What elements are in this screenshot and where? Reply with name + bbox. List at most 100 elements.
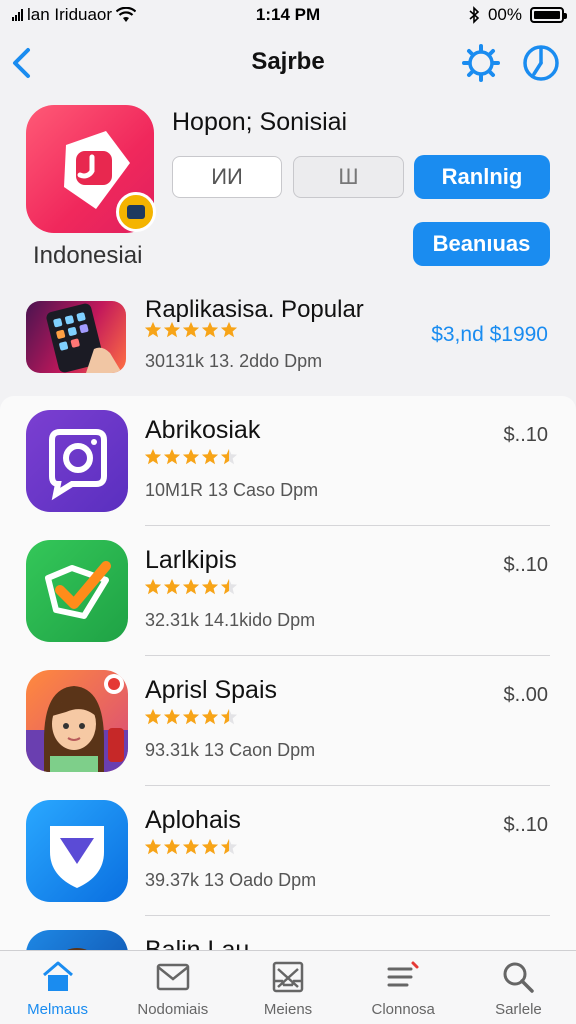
- more-button[interactable]: Beanıuas: [413, 222, 550, 266]
- home-icon: [42, 961, 73, 991]
- app-meta: 32.31k 14.1kido Dpm: [145, 610, 316, 630]
- app-price: $..10: [503, 554, 548, 576]
- settings-gear-icon[interactable]: [462, 44, 500, 82]
- app-rating-stars: [144, 838, 238, 856]
- status-left: lan Iriduaor: [12, 5, 196, 25]
- star-icon: [220, 838, 238, 855]
- tab-home[interactable]: Melmaus: [0, 951, 115, 1024]
- camera-app-icon: [26, 410, 128, 512]
- star-icon: [220, 578, 238, 595]
- star-icon: [163, 838, 181, 855]
- navigation-bar: Sajrbe: [0, 36, 576, 90]
- featured-app-section: Indonesiai Hopon; Sonisiai ИИ Ш Ranlnig …: [0, 100, 576, 280]
- portrait-app-icon: [26, 930, 128, 952]
- popular-meta: 30131k 13. 2ddo Dpm: [145, 351, 323, 371]
- list-icon: [387, 961, 419, 987]
- tab-label: Clonnosa: [371, 1001, 435, 1018]
- star-icon: [201, 448, 219, 465]
- star-icon: [163, 321, 181, 338]
- app-list: Abrikosiak 10M1R 13 Caso Dpm $..10 Larlk…: [0, 396, 576, 952]
- star-icon: [163, 448, 181, 465]
- tab-label: Meiens: [263, 1001, 313, 1018]
- star-icon: [201, 838, 219, 855]
- star-icon: [144, 321, 162, 338]
- app-rating-stars: [144, 448, 238, 466]
- tab-list[interactable]: Clonnosa: [346, 951, 461, 1024]
- battery-icon: [530, 7, 567, 23]
- app-rating-stars: [144, 708, 238, 726]
- popular-title: Raplikasisa. Popular: [145, 296, 364, 323]
- app-row[interactable]: Balin Lau: [0, 916, 576, 952]
- star-icon: [201, 578, 219, 595]
- star-icon: [163, 578, 181, 595]
- segment-option-1[interactable]: ИИ: [172, 156, 282, 198]
- avatar-icon: [26, 674, 128, 772]
- star-icon: [201, 321, 219, 338]
- wifi-icon: [116, 7, 137, 22]
- featured-caption: Indonesiai: [33, 242, 143, 269]
- star-icon: [182, 838, 200, 855]
- app-price: $..10: [503, 424, 548, 446]
- app-meta: 39.37k 13 Oado Dpm: [145, 870, 317, 890]
- star-icon: [182, 708, 200, 725]
- star-icon: [201, 708, 219, 725]
- portrait-icon: [63, 948, 91, 952]
- tab-label: Nodomiais: [137, 1001, 209, 1018]
- inbox-icon: [272, 961, 304, 993]
- status-bar: lan Iriduaor 1:14 PM 00%: [0, 0, 576, 30]
- camera-icon: [49, 429, 107, 501]
- app-row[interactable]: Larlkipis 32.31k 14.1kido Dpm $..10: [0, 526, 576, 656]
- popular-rating-stars: [144, 321, 238, 339]
- star-icon: [144, 448, 162, 465]
- popular-price: $3,nd $1990: [431, 323, 548, 346]
- battery-percent: 00%: [487, 5, 522, 24]
- app-name: Aplohais: [145, 806, 241, 834]
- star-icon: [220, 448, 238, 465]
- app-meta: 10M1R 13 Caso Dpm: [145, 480, 319, 500]
- avatar-app-icon: [26, 670, 128, 772]
- app-name: Abrikosiak: [145, 416, 261, 444]
- ranking-button[interactable]: Ranlnig: [414, 155, 550, 199]
- app-row[interactable]: Aplohais 39.37k 13 Oado Dpm $..10: [0, 786, 576, 916]
- popular-app-row[interactable]: Raplikasisa. Popular 30131k 13. 2ddo Dpm…: [0, 296, 576, 384]
- carrier-label: lan Iriduaor: [27, 5, 113, 24]
- tab-bar: Melmaus Nodomiais Meiens Clonnosa Sarlel…: [0, 950, 576, 1024]
- featured-title: Hopon; Sonisiai: [172, 108, 348, 136]
- star-icon: [220, 708, 238, 725]
- featured-badge-icon: [116, 192, 156, 232]
- check-app-icon: [26, 540, 128, 642]
- popular-app-thumbnail: [26, 301, 126, 373]
- app-name: Larlkipis: [145, 546, 237, 574]
- star-icon: [220, 321, 238, 338]
- app-row[interactable]: Aprisl Spais 93.31k 13 Caon Dpm $..00: [0, 656, 576, 786]
- phone-hand-icon: [46, 303, 122, 373]
- star-icon: [182, 578, 200, 595]
- segment-option-2[interactable]: Ш: [293, 156, 404, 198]
- status-time: 1:14 PM: [255, 5, 321, 24]
- compass-icon[interactable]: [522, 44, 560, 82]
- status-right: 00%: [380, 5, 567, 25]
- star-icon: [182, 448, 200, 465]
- tab-inbox[interactable]: Meiens: [230, 951, 345, 1024]
- app-row[interactable]: Abrikosiak 10M1R 13 Caso Dpm $..10: [0, 396, 576, 526]
- checkmark-icon: [45, 561, 111, 619]
- tab-search[interactable]: Sarlele: [461, 951, 576, 1024]
- mail-icon: [156, 963, 190, 991]
- tab-label: Melmaus: [27, 1001, 89, 1018]
- app-meta: 93.31k 13 Caon Dpm: [145, 740, 316, 760]
- search-icon: [503, 962, 535, 993]
- app-name: Aprisl Spais: [145, 676, 277, 704]
- star-icon: [144, 708, 162, 725]
- cellular-signal-icon: [12, 9, 23, 21]
- star-icon: [163, 708, 181, 725]
- bluetooth-icon: [469, 6, 480, 24]
- app-price: $..10: [503, 814, 548, 836]
- star-icon: [144, 578, 162, 595]
- shield-icon: [50, 826, 104, 888]
- app-price: $..00: [503, 684, 548, 706]
- star-icon: [144, 838, 162, 855]
- tab-label: Sarlele: [495, 1001, 542, 1018]
- shield-app-icon: [26, 800, 128, 902]
- app-rating-stars: [144, 578, 238, 596]
- tab-mail[interactable]: Nodomiais: [115, 951, 230, 1024]
